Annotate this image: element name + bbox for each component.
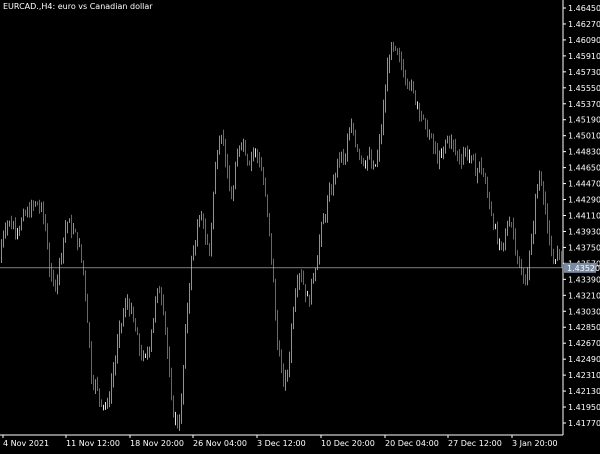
price-tick-label: 1.42670 bbox=[568, 339, 600, 348]
price-chart[interactable]: 1.46450 1.46270 1.46090 1.45910 1.45730 1.455… bbox=[0, 0, 600, 450]
price-tick-label: 1.45010 bbox=[568, 132, 600, 141]
price-tick-label: 1.42310 bbox=[568, 371, 600, 380]
price-tick-label: 1.44470 bbox=[568, 180, 600, 189]
time-tick-label: 20 Dec 04:00 bbox=[385, 439, 439, 448]
price-tick-label: 1.41950 bbox=[568, 403, 600, 412]
time-tick-label: 27 Dec 12:00 bbox=[448, 439, 502, 448]
price-tick-label: 1.46090 bbox=[568, 36, 600, 45]
price-tick-label: 1.42850 bbox=[568, 323, 600, 332]
chart-title: EURCAD.,H4: euro vs Canadian dollar bbox=[3, 2, 153, 11]
price-tick-label: 1.43930 bbox=[568, 227, 600, 236]
time-tick-label: 18 Nov 20:00 bbox=[130, 439, 184, 448]
price-tick-label: 1.45550 bbox=[568, 84, 600, 93]
price-tick-label: 1.44650 bbox=[568, 164, 600, 173]
price-tick-label: 1.45910 bbox=[568, 52, 600, 61]
time-tick-label: 11 Nov 12:00 bbox=[66, 439, 120, 448]
current-price-label: 1.43520 bbox=[567, 264, 600, 273]
time-tick-label: 4 Nov 2021 bbox=[3, 439, 49, 448]
time-tick-label: 26 Nov 04:00 bbox=[193, 439, 247, 448]
price-tick-label: 1.43210 bbox=[568, 291, 600, 300]
price-tick-label: 1.41770 bbox=[568, 419, 600, 428]
price-tick-label: 1.42490 bbox=[568, 355, 600, 364]
price-tick-label: 1.46270 bbox=[568, 20, 600, 29]
chart-canvas[interactable]: 1.46450 1.46270 1.46090 1.45910 1.45730 1.455… bbox=[0, 0, 600, 450]
time-tick-label: 3 Dec 12:00 bbox=[257, 439, 306, 448]
price-tick-label: 1.46450 bbox=[568, 4, 600, 13]
price-tick-label: 1.44110 bbox=[568, 212, 600, 221]
time-tick-label: 10 Dec 20:00 bbox=[321, 439, 375, 448]
time-tick-label: 3 Jan 20:00 bbox=[512, 439, 558, 448]
price-tick-label: 1.43030 bbox=[568, 307, 600, 316]
price-tick-label: 1.45370 bbox=[568, 100, 600, 109]
price-tick-label: 1.45730 bbox=[568, 68, 600, 77]
price-tick-label: 1.43750 bbox=[568, 243, 600, 252]
price-tick-label: 1.44290 bbox=[568, 196, 600, 205]
price-tick-label: 1.44830 bbox=[568, 148, 600, 157]
price-tick-label: 1.45190 bbox=[568, 116, 600, 125]
price-tick-label: 1.43390 bbox=[568, 275, 600, 284]
price-tick-label: 1.42130 bbox=[568, 387, 600, 396]
